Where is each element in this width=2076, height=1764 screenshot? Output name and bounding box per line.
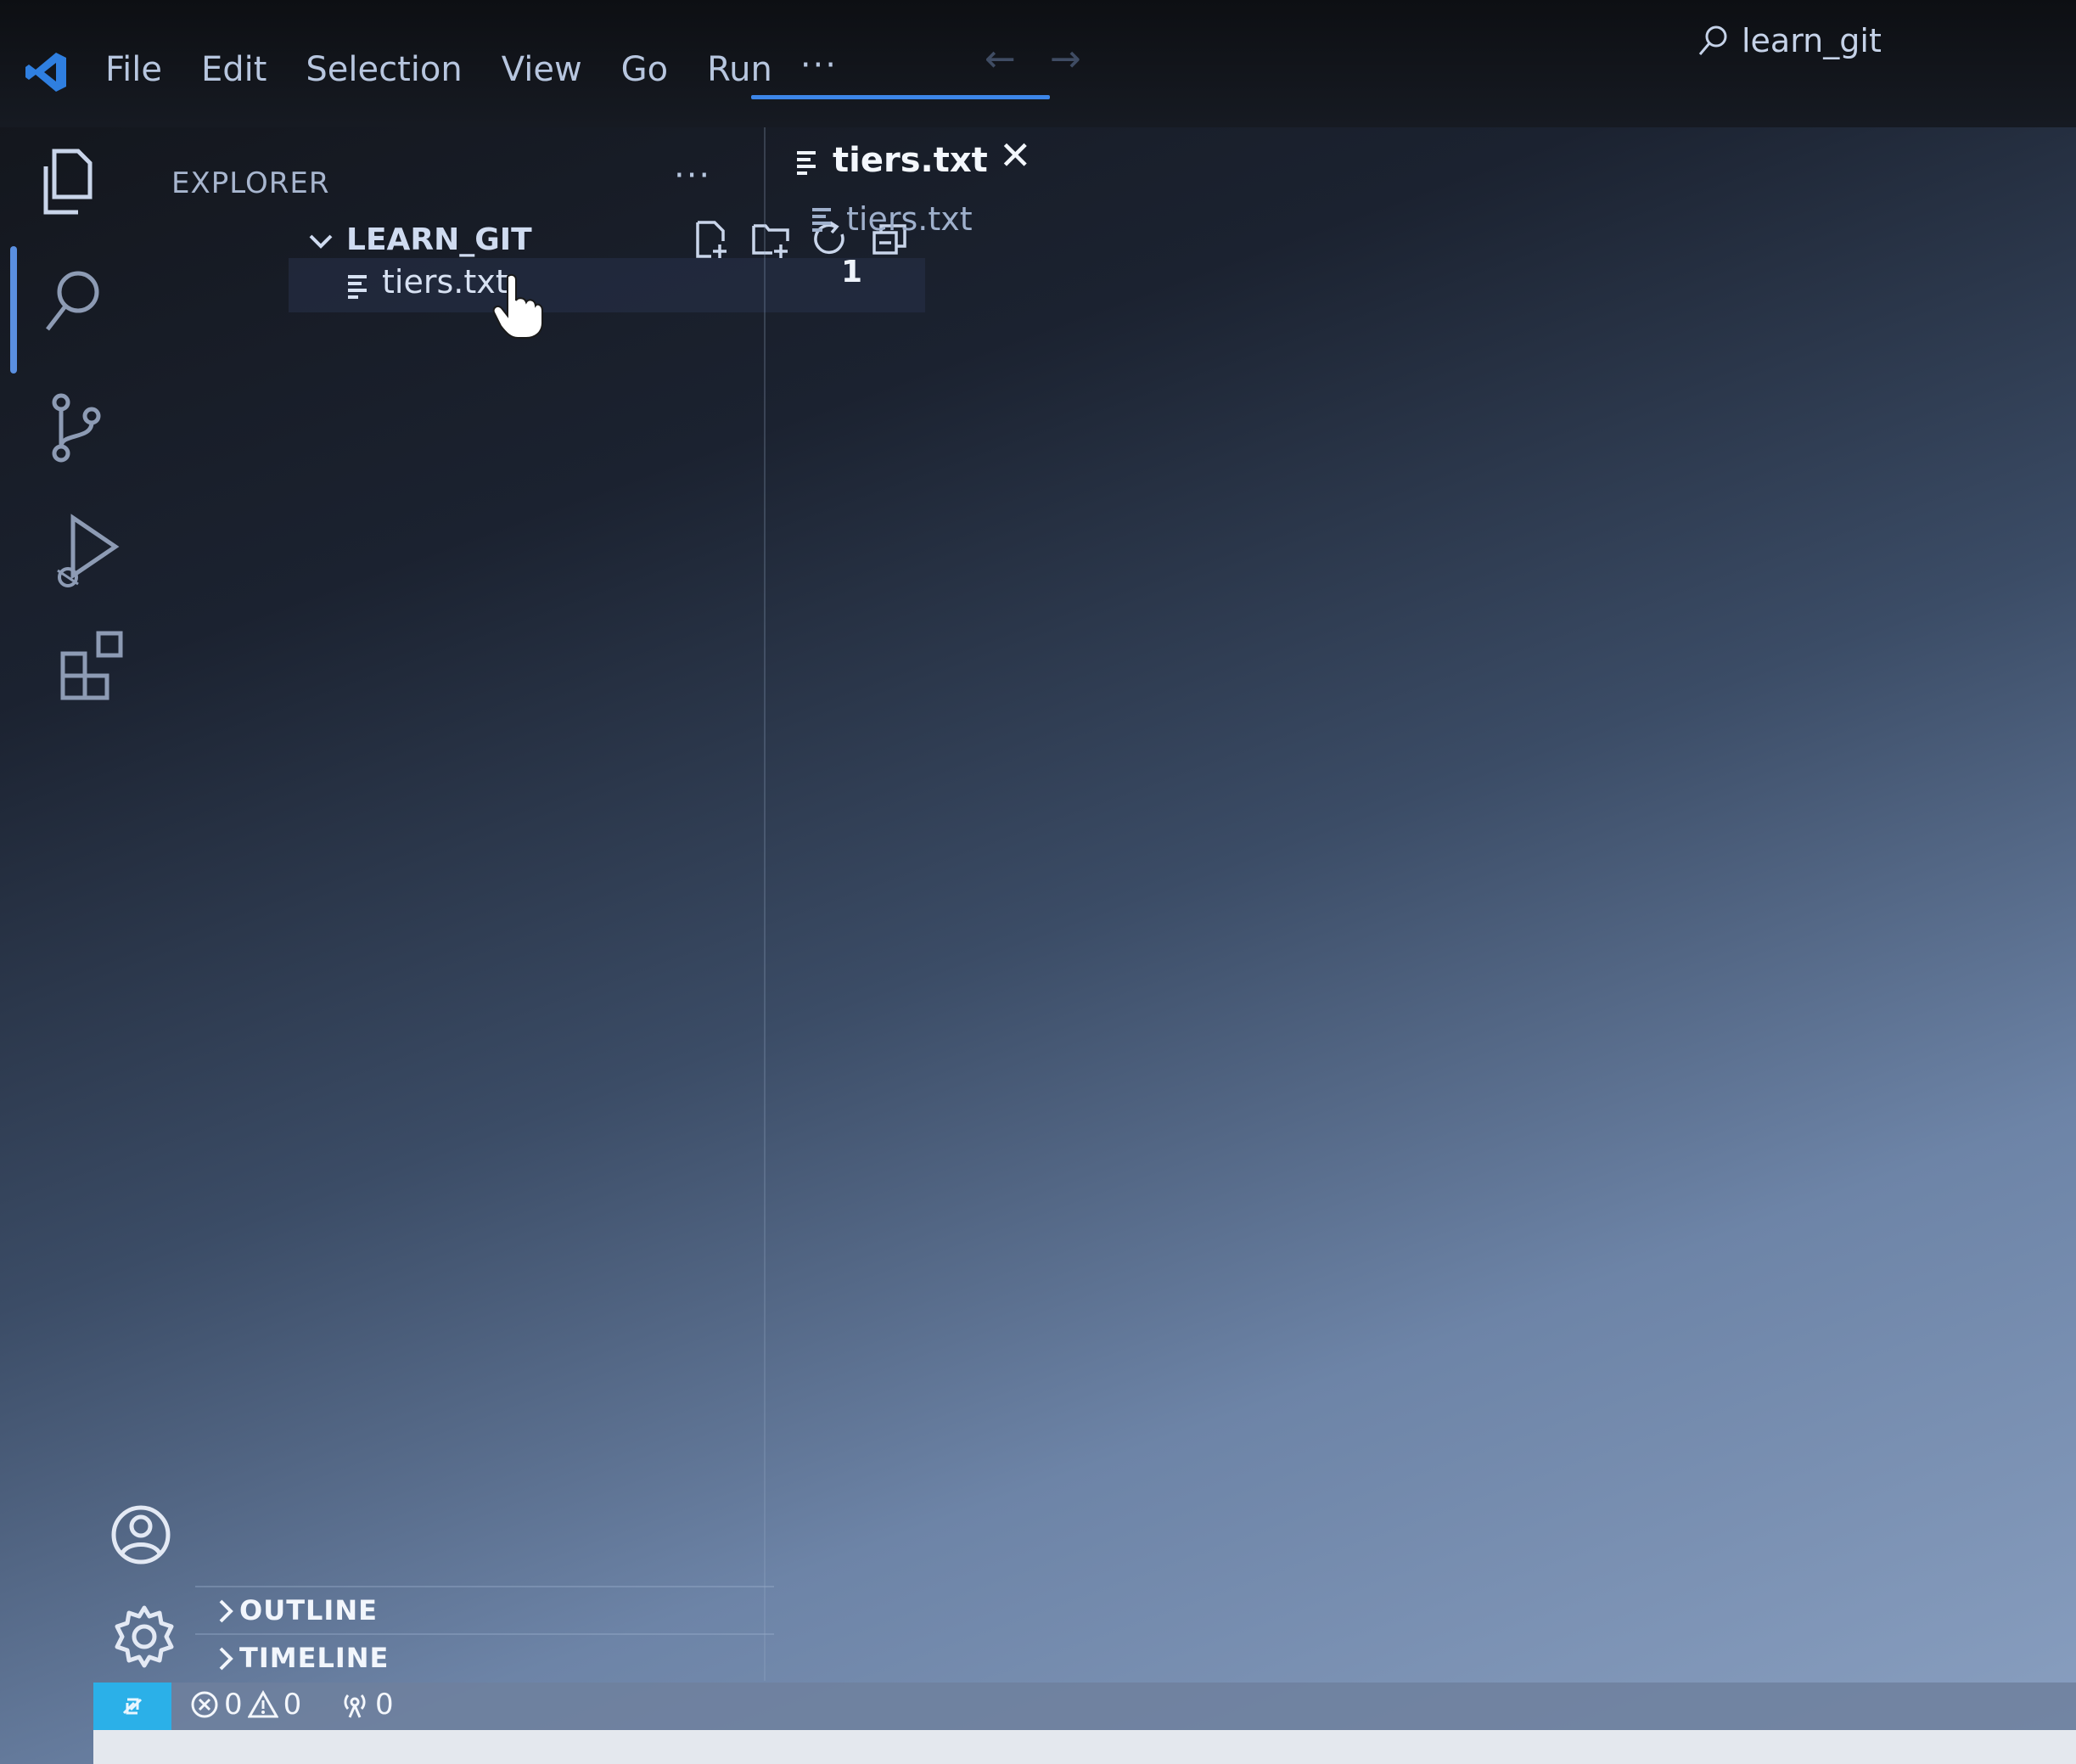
problems-indicator[interactable]: 0 0 (190, 1688, 301, 1722)
menu-selection[interactable]: Selection (286, 46, 481, 93)
chevron-down-icon (309, 234, 333, 249)
account-icon[interactable] (107, 1501, 175, 1569)
timeline-panel-title: TIMELINE (239, 1642, 390, 1674)
text-file-icon (348, 275, 367, 299)
new-file-icon[interactable] (691, 219, 732, 260)
chevron-right-icon (219, 1599, 233, 1623)
command-center[interactable]: learn_git (1696, 22, 1882, 59)
source-control-icon[interactable] (44, 390, 112, 467)
forward-arrow-icon[interactable]: → (1050, 37, 1081, 81)
menu-file[interactable]: File (105, 46, 182, 93)
workspace-folder-name: LEARN_GIT (346, 222, 532, 257)
ports-count: 0 (375, 1688, 394, 1722)
command-center-label: learn_git (1742, 22, 1882, 59)
error-icon (191, 1691, 218, 1718)
text-file-icon (812, 208, 831, 232)
line-number: 1 (841, 255, 863, 289)
run-debug-icon[interactable] (49, 509, 126, 594)
error-count: 0 (224, 1688, 243, 1722)
explorer-header: EXPLORER ··· (170, 148, 764, 219)
status-bar: 0 0 0 (93, 1683, 2076, 1730)
tab-label: tiers.txt (833, 141, 988, 180)
close-icon[interactable]: ✕ (999, 132, 1032, 178)
title-bar: File Edit Selection View Go Run ··· ← → … (0, 0, 2076, 127)
tab-tiers[interactable]: tiers.txt ✕ (768, 127, 1048, 195)
remote-icon (122, 1698, 143, 1715)
os-taskbar (93, 1730, 2076, 1764)
explorer-sidebar: EXPLORER ··· LEARN_GIT tiers.txt OUTLINE… (170, 127, 925, 1683)
search-icon[interactable] (41, 263, 109, 340)
navigation-arrows: ← → (985, 37, 1081, 81)
timeline-panel-header[interactable]: TIMELINE (195, 1633, 774, 1683)
explorer-more-button[interactable]: ··· (674, 156, 711, 195)
menu-bar: File Edit Selection View Go Run ··· (105, 46, 838, 93)
vscode-logo-icon[interactable] (24, 49, 70, 95)
search-icon (1698, 25, 1727, 55)
warning-icon (247, 1690, 278, 1718)
settings-gear-icon[interactable] (110, 1603, 178, 1671)
outline-panel-header[interactable]: OUTLINE (195, 1586, 774, 1635)
file-item-label: tiers.txt (382, 263, 508, 301)
remote-indicator[interactable] (93, 1683, 171, 1730)
hand-cursor-icon (492, 273, 543, 339)
menu-more-button[interactable]: ··· (800, 46, 838, 93)
warning-count: 0 (283, 1688, 302, 1722)
ports-indicator[interactable]: 0 (339, 1688, 394, 1722)
menu-run[interactable]: Run (687, 46, 792, 93)
chevron-right-icon (219, 1647, 233, 1671)
extensions-icon[interactable] (58, 628, 134, 705)
screen: File Edit Selection View Go Run ··· ← → … (0, 0, 2076, 1764)
activity-bar (0, 127, 174, 1681)
active-view-indicator (10, 246, 17, 374)
text-file-icon (797, 151, 816, 175)
explorer-title: EXPLORER (171, 166, 330, 200)
menu-go[interactable]: Go (602, 46, 687, 93)
editor-area: tiers.txt ✕ tiers.txt 1 (768, 127, 2076, 1681)
breadcrumb-file[interactable]: tiers.txt (846, 200, 973, 238)
broadcast-icon (344, 1694, 366, 1718)
files-icon[interactable] (34, 144, 102, 221)
menu-edit[interactable]: Edit (182, 46, 286, 93)
menu-view[interactable]: View (482, 46, 602, 93)
back-arrow-icon[interactable]: ← (985, 37, 1016, 81)
sidebar-divider[interactable] (764, 127, 766, 1681)
active-tab-indicator (751, 95, 1050, 99)
outline-panel-title: OUTLINE (239, 1594, 378, 1626)
breadcrumb[interactable]: tiers.txt (811, 200, 973, 238)
